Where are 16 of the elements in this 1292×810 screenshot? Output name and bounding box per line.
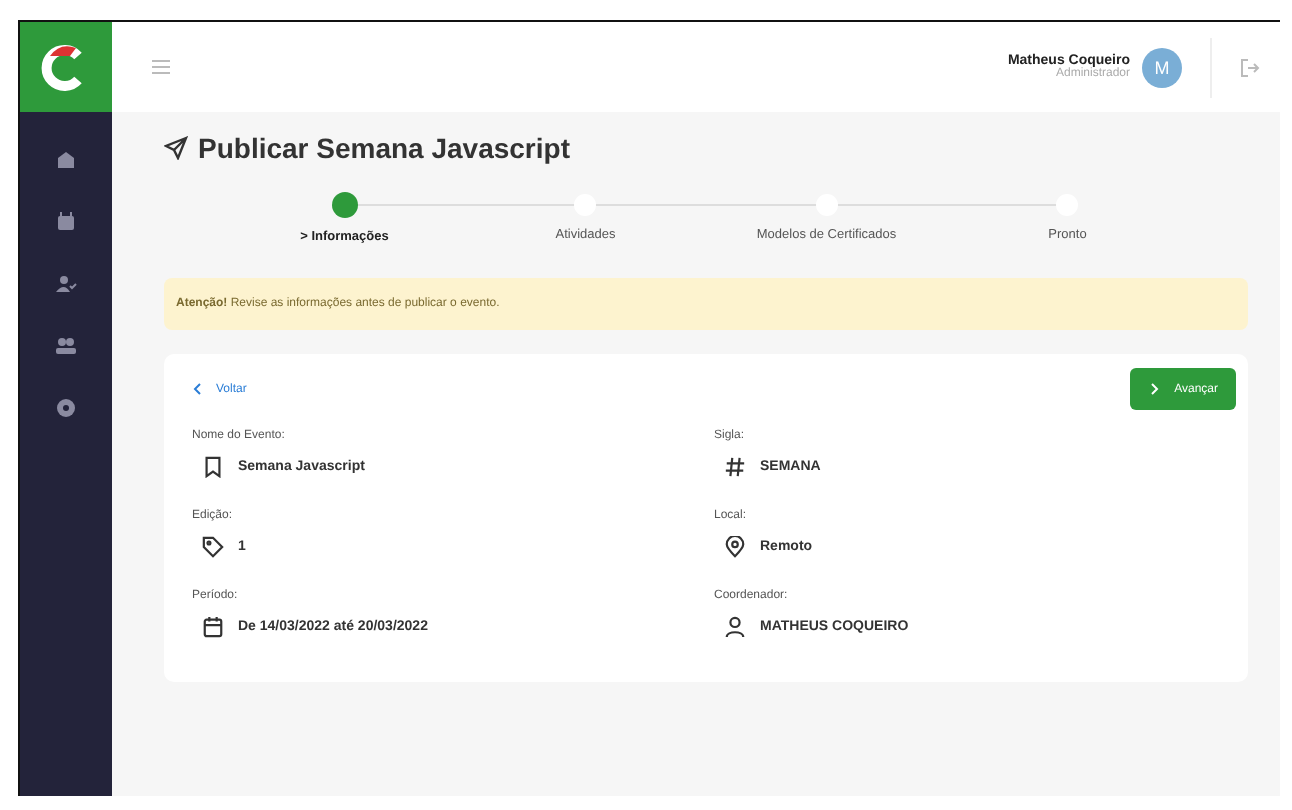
settings-icon[interactable]: [52, 394, 80, 422]
user-icon: [724, 616, 746, 638]
logo-icon[interactable]: [20, 22, 112, 112]
users-icon[interactable]: [52, 332, 80, 360]
hash-icon: [724, 456, 746, 478]
user-check-icon[interactable]: [52, 270, 80, 298]
calendar-icon: [202, 616, 224, 638]
tag-icon: [202, 536, 224, 558]
bookmark-icon: [202, 456, 224, 478]
send-icon: [164, 136, 188, 160]
calendar-icon[interactable]: [52, 208, 80, 236]
pin-icon: [724, 536, 746, 558]
chevron-right-icon: [1148, 382, 1161, 396]
chevron-left-icon: [192, 382, 204, 396]
page-title: Publicar Semana Javascript: [198, 132, 570, 164]
home-icon[interactable]: [52, 146, 80, 174]
